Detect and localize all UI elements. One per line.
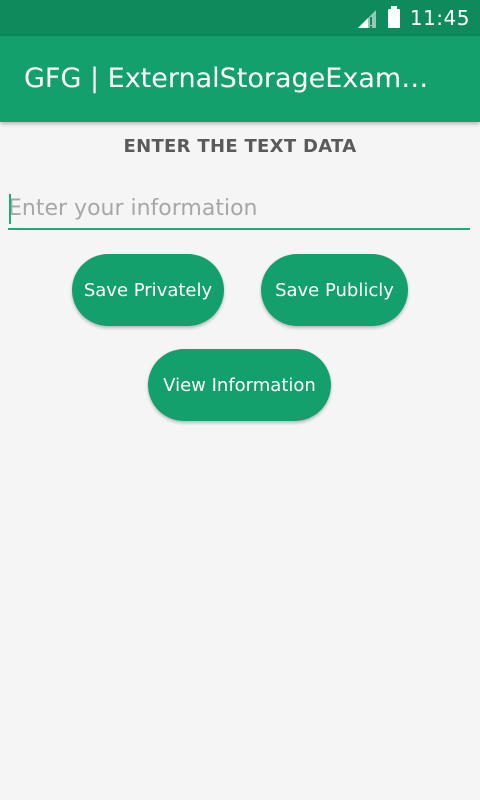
save-publicly-button[interactable]: Save Publicly [261, 254, 408, 326]
signal-icon [357, 10, 376, 28]
view-information-button[interactable]: View Information [148, 349, 331, 421]
save-privately-button[interactable]: Save Privately [72, 254, 224, 326]
app-bar: GFG | ExternalStorageExampl... [0, 36, 480, 122]
battery-icon [387, 6, 400, 28]
main-content: ENTER THE TEXT DATA Save Privately Save … [0, 122, 480, 800]
status-bar: 11:45 [0, 0, 480, 36]
status-icons: 11:45 [356, 6, 470, 30]
section-heading: ENTER THE TEXT DATA [123, 136, 357, 157]
text-cursor [9, 194, 11, 224]
information-input[interactable] [8, 188, 470, 230]
status-time: 11:45 [409, 6, 470, 30]
app-title: GFG | ExternalStorageExampl... [24, 63, 444, 94]
